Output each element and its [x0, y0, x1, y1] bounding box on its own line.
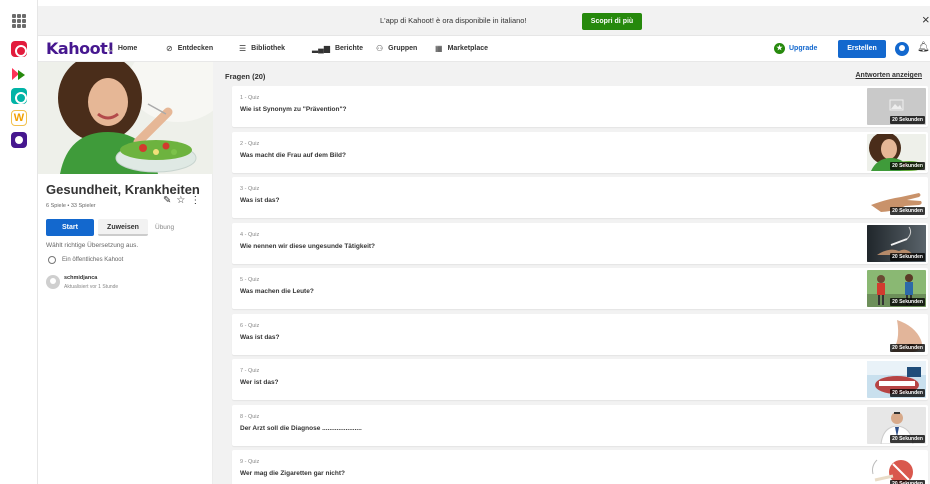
question-type: 1 - Quiz — [240, 95, 260, 101]
question-card[interactable]: 5 - Quiz Was machen die Leute? 20 Sekunden — [232, 268, 928, 309]
question-card[interactable]: 6 - Quiz Was ist das? 20 Sekunden — [232, 313, 928, 355]
kahoot-details-panel: Gesundheit, Krankheiten 6 Spiele • 33 Sp… — [38, 62, 213, 484]
question-type: 5 - Quiz — [240, 277, 260, 283]
kahoot-app-icon[interactable] — [11, 41, 27, 57]
start-button[interactable]: Start — [46, 219, 94, 236]
visibility-label: Ein öffentliches Kahoot — [62, 257, 124, 263]
question-card[interactable]: 3 - Quiz Was ist das? 20 Sekunden — [232, 177, 928, 218]
question-type: 4 - Quiz — [240, 231, 260, 238]
visibility-info: Ein öffentliches Kahoot — [48, 256, 123, 264]
w-app-icon[interactable]: W — [11, 110, 27, 126]
kahoot-logo[interactable]: Kahoot! — [46, 39, 115, 58]
question-type: 3 - Quiz — [240, 186, 260, 192]
question-card[interactable]: 8 - Quiz Der Arzt soll die Diagnose .....… — [232, 404, 928, 446]
top-navigation: Kahoot! ⌂ Home ⊘ Entdecken ☰ Bibliothek … — [38, 36, 930, 62]
kahoot-description: Wählt richtige Übersetzung aus. — [46, 242, 139, 249]
nav-home-label: Home — [117, 45, 138, 52]
time-limit-badge: 20 Sekunden — [890, 161, 925, 170]
nav-library-label: Bibliothek — [251, 45, 286, 52]
time-limit-badge: 20 Sekunden — [890, 207, 925, 215]
home-icon: ⌂ — [108, 44, 113, 53]
nav-marketplace[interactable]: ▦ Marketplace — [435, 44, 488, 53]
groups-icon: ⚇ — [376, 44, 384, 53]
close-icon[interactable]: × — [922, 12, 930, 27]
bell-icon[interactable]: 🔔︎ — [917, 42, 930, 53]
show-answers-link[interactable]: Antworten anzeigen — [855, 72, 922, 79]
question-text: Der Arzt soll die Diagnose .............… — [240, 424, 362, 432]
store-icon: ▦ — [435, 44, 443, 53]
edit-icon[interactable]: ✎ — [163, 195, 171, 206]
cover-image — [38, 62, 213, 174]
star-icon: ★ — [774, 43, 785, 54]
kahoot-actions: ✎ ☆ ⋮ — [163, 195, 200, 206]
updated-time: Aktualisiert vor 1 Stunde — [64, 284, 119, 290]
assign-button[interactable]: Zuweisen — [98, 219, 148, 236]
question-card[interactable]: 1 - Quiz Wie ist Synonym zu "Prävention"?… — [232, 86, 928, 127]
nav-groups[interactable]: ⚇ Gruppen — [376, 44, 417, 53]
time-limit-badge: 20 Sekunden — [890, 116, 925, 124]
question-card[interactable]: 4 - Quiz Wie nennen wir diese ungesunde T… — [232, 222, 928, 264]
question-card[interactable]: 2 - Quiz Was macht die Frau auf dem Bild?… — [232, 131, 928, 173]
profile-avatar-icon[interactable] — [895, 42, 909, 56]
time-limit-badge: 20 Sekunden — [890, 343, 925, 352]
question-type: 8 - Quiz — [240, 413, 260, 420]
nav-groups-label: Gruppen — [388, 45, 418, 52]
nav-library[interactable]: ☰ Bibliothek — [239, 44, 285, 53]
time-limit-badge: 20 Sekunden — [890, 252, 925, 261]
create-button[interactable]: Erstellen — [838, 40, 886, 58]
banner-message: L'app di Kahoot! è ora disponibile in it… — [380, 16, 527, 25]
nav-home[interactable]: ⌂ Home — [108, 44, 137, 53]
app-rail: W — [0, 0, 38, 484]
practice-link[interactable]: Übung — [155, 224, 174, 231]
questions-header: Fragen (20) — [225, 72, 266, 81]
question-text: Was machen die Leute? — [240, 288, 314, 295]
question-text: Wie ist Synonym zu "Prävention"? — [240, 106, 347, 113]
compass-icon: ⊘ — [166, 44, 173, 53]
author-avatar[interactable] — [46, 275, 60, 289]
question-type: 2 - Quiz — [240, 140, 260, 147]
question-type: 6 - Quiz — [240, 322, 260, 329]
upgrade-link[interactable]: ★ Upgrade — [774, 43, 817, 54]
question-text: Was macht die Frau auf dem Bild? — [240, 151, 346, 159]
globe-icon — [48, 256, 56, 264]
banner-cta-button[interactable]: Scopri di più — [582, 13, 642, 30]
more-options-icon[interactable]: ⋮ — [190, 195, 200, 206]
question-type: 7 - Quiz — [240, 368, 260, 374]
question-text: Wie nennen wir diese ungesunde Tätigkeit… — [240, 242, 376, 250]
question-text: Wer ist das? — [240, 379, 279, 386]
question-text: Wer mag die Zigaretten gar nicht? — [240, 470, 345, 477]
question-text: Was ist das? — [240, 333, 280, 341]
time-limit-badge: 20 Sekunden — [890, 389, 925, 397]
time-limit-badge: 20 Sekunden — [890, 298, 925, 306]
question-text: Was ist das? — [240, 197, 280, 204]
question-type: 9 - Quiz — [240, 459, 260, 465]
bar-chart-icon: ▂▄▆ — [312, 44, 330, 53]
teal-app-icon[interactable] — [11, 88, 27, 104]
questions-list: 1 - Quiz Wie ist Synonym zu "Prävention"?… — [232, 86, 928, 484]
upgrade-label: Upgrade — [789, 45, 818, 52]
kahoot-meta: 6 Spiele • 33 Spieler — [46, 203, 96, 209]
author-name[interactable]: schmidjanca — [64, 275, 97, 281]
nav-discover[interactable]: ⊘ Entdecken — [166, 44, 213, 53]
questions-panel: Fragen (20) Antworten anzeigen 1 - Quiz W… — [213, 62, 930, 484]
favorite-star-icon[interactable]: ☆ — [176, 195, 185, 206]
play-app-icon[interactable] — [11, 66, 27, 82]
apps-grid-icon[interactable] — [12, 14, 26, 28]
nav-reports-label: Berichte — [334, 45, 363, 52]
question-card[interactable]: 9 - Quiz Wer mag die Zigaretten gar nicht… — [232, 450, 928, 484]
nav-reports[interactable]: ▂▄▆ Berichte — [312, 44, 363, 53]
purple-app-icon[interactable] — [11, 132, 27, 148]
nav-discover-label: Entdecken — [177, 45, 214, 52]
question-card[interactable]: 7 - Quiz Wer ist das? 20 Sekunden — [232, 359, 928, 400]
time-limit-badge: 20 Sekunden — [890, 480, 925, 484]
nav-marketplace-label: Marketplace — [447, 45, 489, 52]
language-banner: L'app di Kahoot! è ora disponibile in it… — [38, 6, 930, 36]
time-limit-badge: 20 Sekunden — [890, 434, 925, 443]
list-icon: ☰ — [239, 44, 247, 53]
